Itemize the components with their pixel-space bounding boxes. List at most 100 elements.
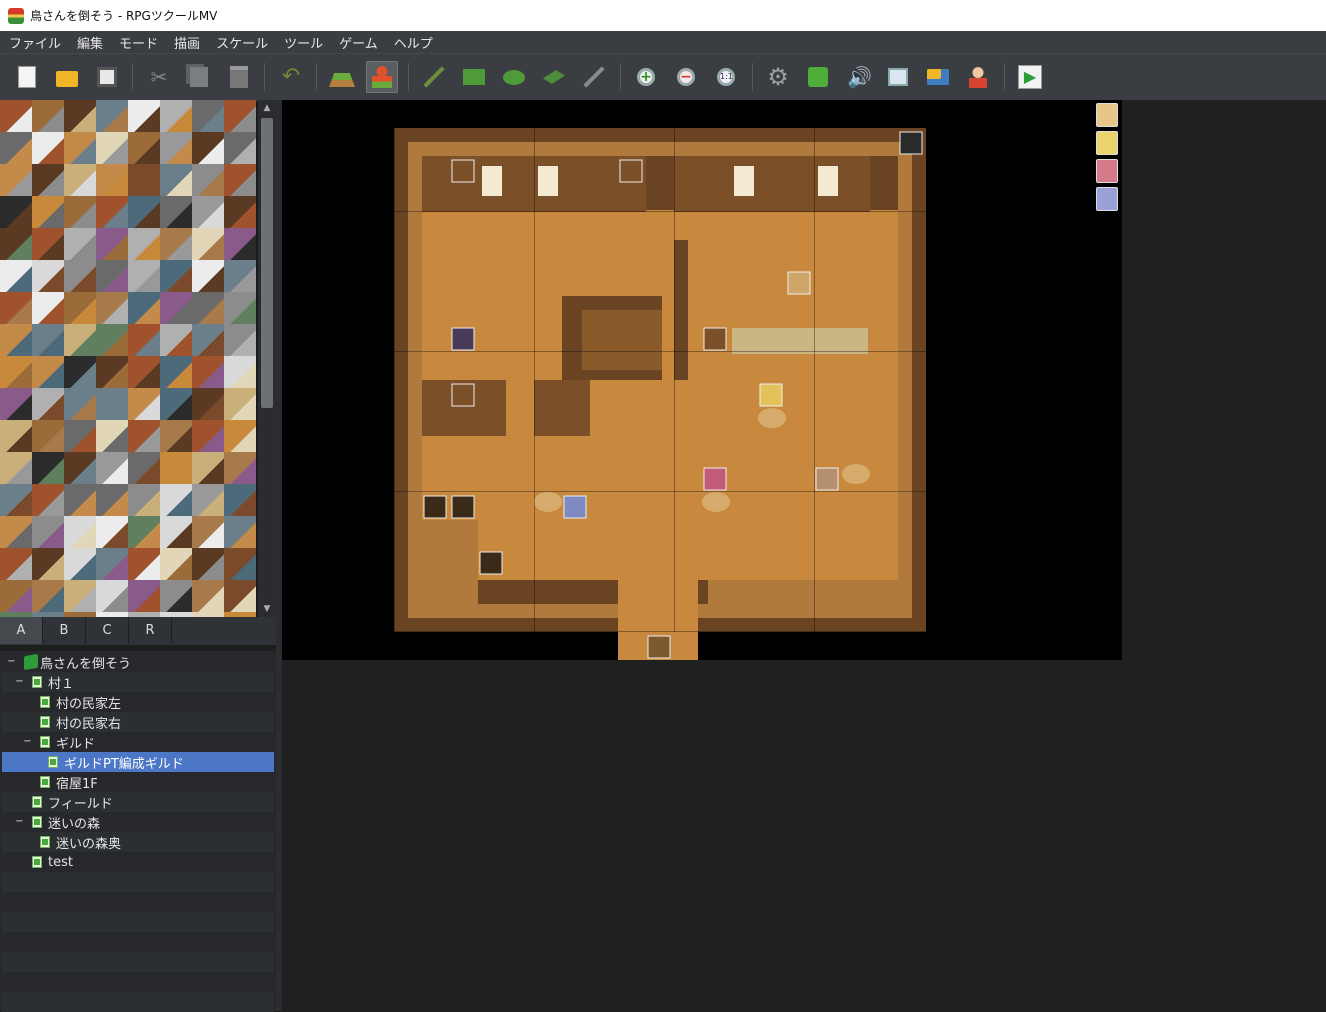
tree-item-map[interactable]: − ギルド <box>2 732 274 752</box>
tile-swatch[interactable] <box>64 100 96 132</box>
tile-swatch[interactable] <box>96 420 128 452</box>
tile-swatch[interactable] <box>0 196 32 228</box>
tile-swatch[interactable] <box>96 516 128 548</box>
copy-button[interactable] <box>183 61 215 93</box>
tile-swatch[interactable] <box>32 548 64 580</box>
tile-swatch[interactable] <box>32 516 64 548</box>
tile-swatch[interactable] <box>224 196 256 228</box>
character-generator-button[interactable] <box>962 61 994 93</box>
pot-event[interactable] <box>451 159 475 183</box>
tree-item-project[interactable]: − 鳥さんを倒そう <box>2 652 274 672</box>
save-project-button[interactable] <box>91 61 123 93</box>
tile-swatch[interactable] <box>192 388 224 420</box>
menu-draw[interactable]: 描画 <box>165 33 207 52</box>
actor-portrait[interactable] <box>1096 103 1118 127</box>
tile-swatch[interactable] <box>224 516 256 548</box>
tile-swatch[interactable] <box>0 132 32 164</box>
tile-swatch[interactable] <box>32 580 64 612</box>
tile-swatch[interactable] <box>160 356 192 388</box>
tile-swatch[interactable] <box>128 132 160 164</box>
tile-swatch[interactable] <box>96 484 128 516</box>
tile-swatch[interactable] <box>0 548 32 580</box>
resource-manager-button[interactable] <box>922 61 954 93</box>
tile-swatch[interactable] <box>128 228 160 260</box>
tile-swatch[interactable] <box>128 356 160 388</box>
tile-swatch[interactable] <box>192 516 224 548</box>
collapse-toggle-icon[interactable]: − <box>23 737 32 747</box>
tile-swatch[interactable] <box>192 548 224 580</box>
tile-swatch[interactable] <box>224 324 256 356</box>
rectangle-button[interactable] <box>458 61 490 93</box>
zoom-actual-button[interactable]: 1:1 <box>710 61 742 93</box>
tile-swatch[interactable] <box>96 356 128 388</box>
tile-swatch[interactable] <box>64 132 96 164</box>
transfer-event[interactable] <box>899 131 923 155</box>
shadow-pen-button[interactable] <box>578 61 610 93</box>
tile-swatch[interactable] <box>160 324 192 356</box>
tile-swatch[interactable] <box>32 452 64 484</box>
barrel-event[interactable] <box>451 495 475 519</box>
tile-swatch[interactable] <box>192 452 224 484</box>
tile-swatch[interactable] <box>128 260 160 292</box>
tile-swatch[interactable] <box>32 196 64 228</box>
tab-a[interactable]: A <box>0 617 43 644</box>
database-button[interactable]: ⚙ <box>762 61 794 93</box>
tile-swatch[interactable] <box>224 420 256 452</box>
collapse-toggle-icon[interactable]: − <box>15 817 24 827</box>
tile-swatch[interactable] <box>0 100 32 132</box>
tree-item-map[interactable]: − 村１ <box>2 672 274 692</box>
tile-swatch[interactable] <box>32 484 64 516</box>
event-searcher-button[interactable] <box>882 61 914 93</box>
tile-swatch[interactable] <box>160 580 192 612</box>
tile-swatch[interactable] <box>224 452 256 484</box>
actor-portrait[interactable] <box>1096 131 1118 155</box>
tile-swatch[interactable] <box>192 292 224 324</box>
menu-tools[interactable]: ツール <box>275 33 330 52</box>
tile-swatch[interactable] <box>160 388 192 420</box>
tile-swatch[interactable] <box>224 484 256 516</box>
tree-item-map[interactable]: − 迷いの森 <box>2 812 274 832</box>
tile-swatch[interactable] <box>0 260 32 292</box>
map-mode-button[interactable] <box>326 61 358 93</box>
tile-swatch[interactable] <box>224 388 256 420</box>
tile-swatch[interactable] <box>128 164 160 196</box>
tile-swatch[interactable] <box>192 356 224 388</box>
tree-item-map[interactable]: 村の民家右 <box>2 712 274 732</box>
tile-swatch[interactable] <box>32 356 64 388</box>
tile-swatch[interactable] <box>128 548 160 580</box>
pot-event[interactable] <box>619 159 643 183</box>
tile-swatch[interactable] <box>32 388 64 420</box>
tile-swatch[interactable] <box>224 164 256 196</box>
npc-event[interactable] <box>703 467 727 491</box>
tile-swatch[interactable] <box>224 228 256 260</box>
barrel-event[interactable] <box>423 495 447 519</box>
tile-swatch[interactable] <box>192 100 224 132</box>
tile-swatch[interactable] <box>64 484 96 516</box>
tile-swatch[interactable] <box>64 164 96 196</box>
cut-button[interactable]: ✂ <box>143 61 175 93</box>
tile-swatch[interactable] <box>96 548 128 580</box>
tile-swatch[interactable] <box>96 260 128 292</box>
paste-button[interactable] <box>223 61 255 93</box>
menu-file[interactable]: ファイル <box>0 33 68 52</box>
tree-item-map[interactable]: 迷いの森奥 <box>2 832 274 852</box>
npc-event[interactable] <box>815 467 839 491</box>
tile-swatch[interactable] <box>96 164 128 196</box>
tile-swatch[interactable] <box>96 292 128 324</box>
actor-portrait[interactable] <box>1096 159 1118 183</box>
tile-swatch[interactable] <box>160 420 192 452</box>
tile-swatch[interactable] <box>0 420 32 452</box>
tile-swatch[interactable] <box>224 132 256 164</box>
npc-event[interactable] <box>563 495 587 519</box>
scroll-up-arrow-icon[interactable]: ▲ <box>258 100 276 116</box>
tile-swatch[interactable] <box>192 260 224 292</box>
tree-item-map[interactable]: test <box>2 852 274 872</box>
tile-swatch[interactable] <box>160 260 192 292</box>
tile-swatch[interactable] <box>96 228 128 260</box>
tab-c[interactable]: C <box>86 617 129 644</box>
menu-help[interactable]: ヘルプ <box>385 33 440 52</box>
tile-swatch[interactable] <box>128 292 160 324</box>
undo-button[interactable]: ↶ <box>275 61 307 93</box>
tile-swatch[interactable] <box>160 452 192 484</box>
tile-swatch[interactable] <box>224 548 256 580</box>
